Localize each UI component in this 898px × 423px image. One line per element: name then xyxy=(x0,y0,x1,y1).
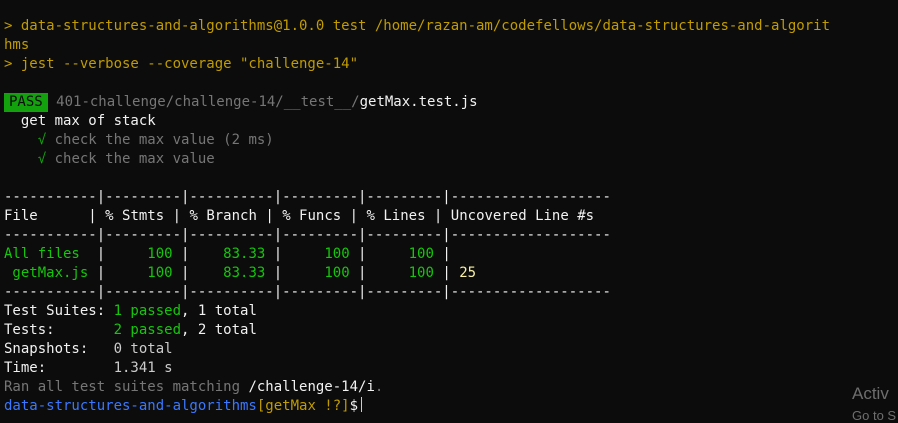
npm-run-line-wrap: hms xyxy=(4,37,30,53)
summary-value: 1.341 s xyxy=(113,360,173,376)
coverage-header-stmts: % Stmts xyxy=(96,208,173,224)
coverage-row: All files | 100 | 83.33 | 100 | 100 | xyxy=(4,246,451,262)
coverage-stmts: 100 xyxy=(105,246,182,262)
check-icon: √ xyxy=(37,132,47,148)
coverage-separator: -----------|---------|----------|-------… xyxy=(4,189,611,205)
test-case-name: check the max value xyxy=(54,151,215,167)
summary-suites: Test Suites: 1 passed, 1 total xyxy=(4,302,894,321)
prompt-symbol: $ xyxy=(349,398,359,414)
pass-badge: PASS xyxy=(4,93,48,112)
coverage-funcs: 100 xyxy=(282,265,359,281)
shell-prompt[interactable]: data-structures-and-algorithms[getMax !?… xyxy=(4,397,894,416)
ran-suffix: . xyxy=(374,379,384,395)
coverage-branch: 83.33 xyxy=(189,265,274,281)
coverage-uncovered: 25 xyxy=(450,265,477,281)
test-file: getMax.test.js xyxy=(359,94,478,110)
summary-total: , 2 total xyxy=(181,322,257,338)
ran-all-line: Ran all test suites matching /challenge-… xyxy=(4,378,894,397)
jest-command-line: > jest --verbose --coverage "challenge-1… xyxy=(4,56,359,72)
coverage-branch: 83.33 xyxy=(189,246,274,262)
coverage-header-branch: % Branch xyxy=(181,208,266,224)
prompt-repo: data-structures-and-algorithms xyxy=(4,398,257,414)
coverage-separator: -----------|---------|----------|-------… xyxy=(4,227,611,243)
coverage-header-file: File xyxy=(4,208,89,224)
text-cursor xyxy=(361,397,363,412)
test-case-name: check the max value (2 ms) xyxy=(54,132,274,148)
coverage-stmts: 100 xyxy=(105,265,182,281)
coverage-header-funcs: % Funcs xyxy=(273,208,350,224)
coverage-lines: 100 xyxy=(366,246,443,262)
describe-line: get max of stack xyxy=(4,112,894,131)
ran-pattern: /challenge-14/i xyxy=(248,379,375,395)
test-result-line: PASS 401-challenge/challenge-14/__test__… xyxy=(4,93,894,112)
summary-passed: 1 passed xyxy=(113,303,182,319)
activation-watermark-title: Activ xyxy=(852,384,889,403)
describe-name: get max of stack xyxy=(20,113,156,129)
summary-passed: 2 passed xyxy=(113,322,182,338)
coverage-funcs: 100 xyxy=(282,246,359,262)
coverage-file: getMax.js xyxy=(4,265,89,281)
summary-label: Test Suites: xyxy=(4,303,114,319)
check-icon: √ xyxy=(37,151,47,167)
summary-snapshots: Snapshots: 0 total xyxy=(4,340,894,359)
summary-label: Snapshots: xyxy=(4,341,114,357)
coverage-lines: 100 xyxy=(366,265,443,281)
prompt-branch: [getMax !?] xyxy=(256,398,350,414)
test-case: √ check the max value xyxy=(4,150,894,169)
summary-label: Time: xyxy=(4,360,114,376)
coverage-header-lines: % Lines xyxy=(358,208,434,224)
coverage-header-row: File | % Stmts | % Branch | % Funcs | % … xyxy=(4,208,595,224)
coverage-header-uncovered: Uncovered Line #s xyxy=(442,208,595,224)
coverage-file: All files xyxy=(4,246,89,262)
terminal-output[interactable]: > data-structures-and-algorithms@1.0.0 t… xyxy=(4,17,894,416)
summary-tests: Tests: 2 passed, 2 total xyxy=(4,321,894,340)
summary-time: Time: 1.341 s xyxy=(4,359,894,378)
summary-value: 0 total xyxy=(113,341,173,357)
summary-total: , 1 total xyxy=(181,303,257,319)
test-path: 401-challenge/challenge-14/__test__/ xyxy=(56,94,360,110)
summary-label: Tests: xyxy=(4,322,114,338)
ran-prefix: Ran all test suites matching xyxy=(4,379,249,395)
coverage-row: getMax.js | 100 | 83.33 | 100 | 100 | 25 xyxy=(4,265,477,281)
test-case: √ check the max value (2 ms) xyxy=(4,131,894,150)
coverage-separator: -----------|---------|----------|-------… xyxy=(4,284,611,300)
npm-run-line: > data-structures-and-algorithms@1.0.0 t… xyxy=(4,18,831,34)
